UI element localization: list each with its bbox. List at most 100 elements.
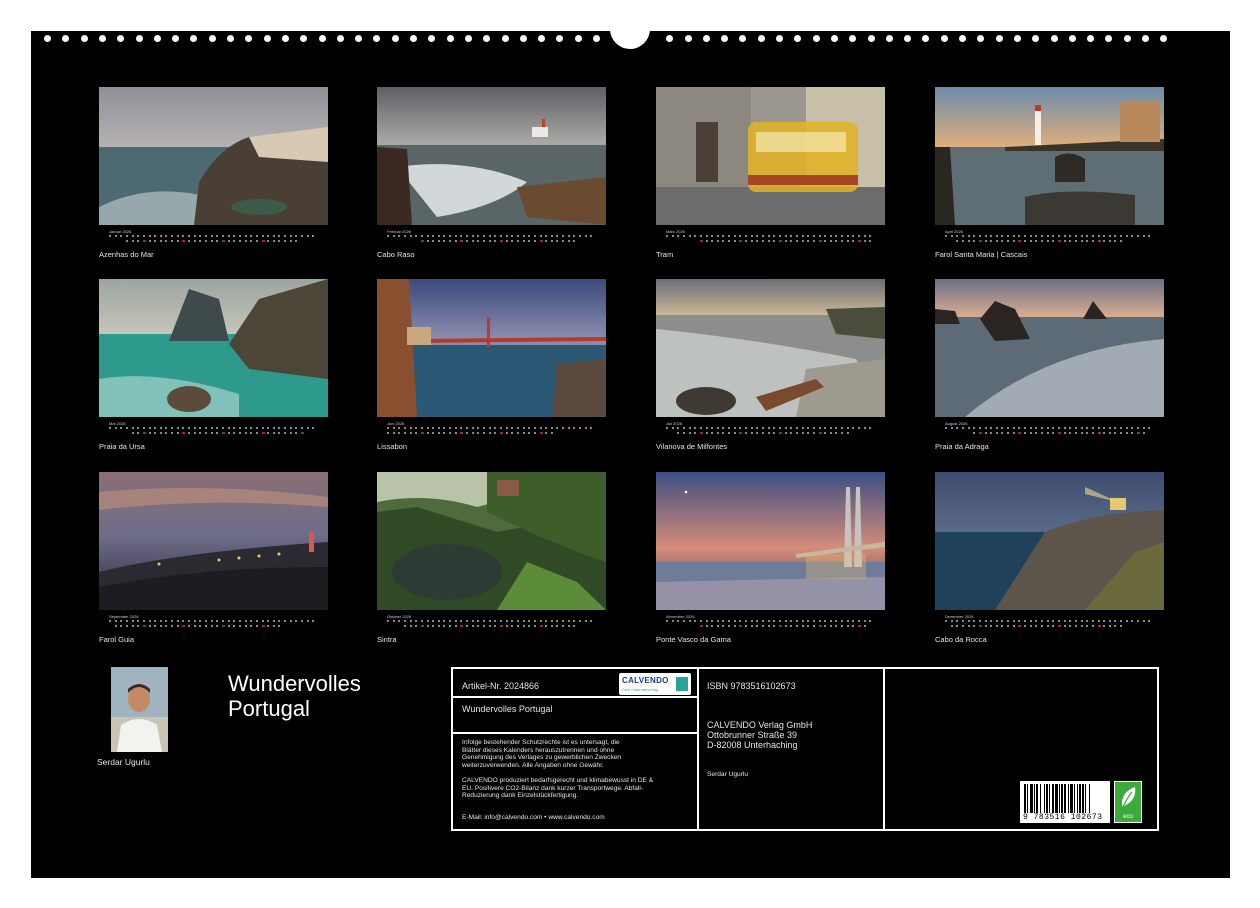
weekday-mark (773, 235, 776, 237)
weekday-mark (1012, 427, 1015, 429)
weekday-mark (978, 427, 981, 429)
photo-caption: Farol Santa Maria | Cascais (935, 250, 1028, 259)
binding-hole (593, 35, 600, 42)
weekday-mark (756, 620, 759, 622)
weekday-mark (238, 427, 241, 429)
weekday-mark (945, 235, 947, 237)
day-mark (807, 625, 810, 627)
weekday-mark (550, 235, 553, 237)
weekday-mark (437, 620, 440, 622)
day-mark (244, 625, 247, 627)
weekday-mark (471, 427, 474, 429)
day-mark (1125, 432, 1128, 434)
day-mark (573, 240, 576, 242)
weekday-mark (1057, 427, 1060, 429)
weekday-mark (778, 620, 781, 622)
weekday-mark (1001, 620, 1004, 622)
day-mark (1108, 240, 1111, 242)
weekday-mark (114, 427, 117, 429)
sunday-mark (261, 625, 265, 627)
binding-hole (1050, 35, 1058, 42)
calendar-title: Wundervolles Portugal (228, 671, 361, 721)
weekday-mark (739, 620, 742, 622)
weekday-mark (306, 235, 309, 237)
weekday-mark (990, 427, 993, 429)
day-mark (1114, 240, 1117, 242)
weekday-mark (858, 235, 861, 237)
weekday-mark (409, 235, 412, 237)
day-mark (767, 240, 770, 242)
weekday-mark (722, 620, 725, 622)
legal-notice: Infolge bestehender Schutzrechte ist es … (462, 739, 622, 769)
weekday-mark (466, 235, 469, 237)
sunday-mark (499, 432, 503, 434)
weekday-mark (1063, 235, 1066, 237)
weekday-mark (392, 427, 395, 429)
weekday-mark (990, 235, 993, 237)
weekday-mark (1007, 620, 1010, 622)
binding-hole (245, 35, 253, 42)
day-mark (750, 625, 753, 627)
day-mark (1131, 432, 1134, 434)
day-mark (1024, 625, 1027, 627)
day-mark (745, 240, 748, 242)
weekday-mark (562, 427, 565, 429)
day-mark (722, 240, 725, 242)
weekday-mark (1142, 620, 1145, 622)
weekday-mark (682, 427, 685, 429)
binding-hole (702, 35, 710, 42)
weekday-mark (392, 620, 395, 622)
day-grid (666, 235, 875, 245)
isbn-barcode: 9 783516 102673 (1020, 781, 1110, 823)
day-mark (210, 625, 213, 627)
binding-hole (867, 35, 875, 42)
weekday-mark (488, 620, 491, 622)
sunday-mark (539, 240, 543, 242)
weekday-mark (863, 427, 866, 429)
weekday-mark (511, 427, 514, 429)
weekday-mark (221, 235, 224, 237)
weekday-mark (567, 427, 570, 429)
contact-line[interactable]: E-Mail: info@calvendo.com • www.calvendo… (462, 814, 605, 822)
weekday-mark (705, 235, 708, 237)
binding-hole (300, 35, 308, 42)
day-mark (984, 240, 987, 242)
day-mark (1086, 432, 1089, 434)
weekday-mark (199, 235, 202, 237)
weekday-mark (432, 620, 435, 622)
binding-hole (885, 35, 893, 42)
day-mark (432, 625, 435, 627)
day-mark (454, 432, 457, 434)
day-mark (267, 240, 270, 242)
day-mark (705, 240, 708, 242)
day-mark (1080, 432, 1083, 434)
weekday-mark (835, 620, 838, 622)
weekday-mark (950, 427, 953, 429)
weekday-mark (533, 620, 536, 622)
weekday-mark (267, 427, 270, 429)
month-photo (99, 279, 328, 417)
day-grid (109, 235, 318, 245)
weekday-mark (573, 620, 576, 622)
day-mark (443, 432, 446, 434)
day-mark (494, 240, 497, 242)
sunday-mark (460, 240, 464, 242)
weekday-mark (688, 620, 691, 622)
day-mark (488, 240, 491, 242)
binding-hole (464, 35, 472, 42)
day-mark (973, 432, 976, 434)
weekday-mark (967, 235, 970, 237)
day-mark (533, 625, 536, 627)
sunday-mark (261, 432, 265, 434)
weekday-mark (539, 620, 542, 622)
weekday-mark (990, 620, 993, 622)
day-mark (477, 432, 480, 434)
weekday-mark (1007, 427, 1010, 429)
binding-hole (336, 35, 344, 42)
day-mark (716, 432, 719, 434)
weekday-mark (694, 427, 697, 429)
weekday-mark (454, 427, 457, 429)
weekday-mark (795, 620, 798, 622)
author-portrait (111, 667, 168, 752)
binding-hole (62, 35, 70, 42)
